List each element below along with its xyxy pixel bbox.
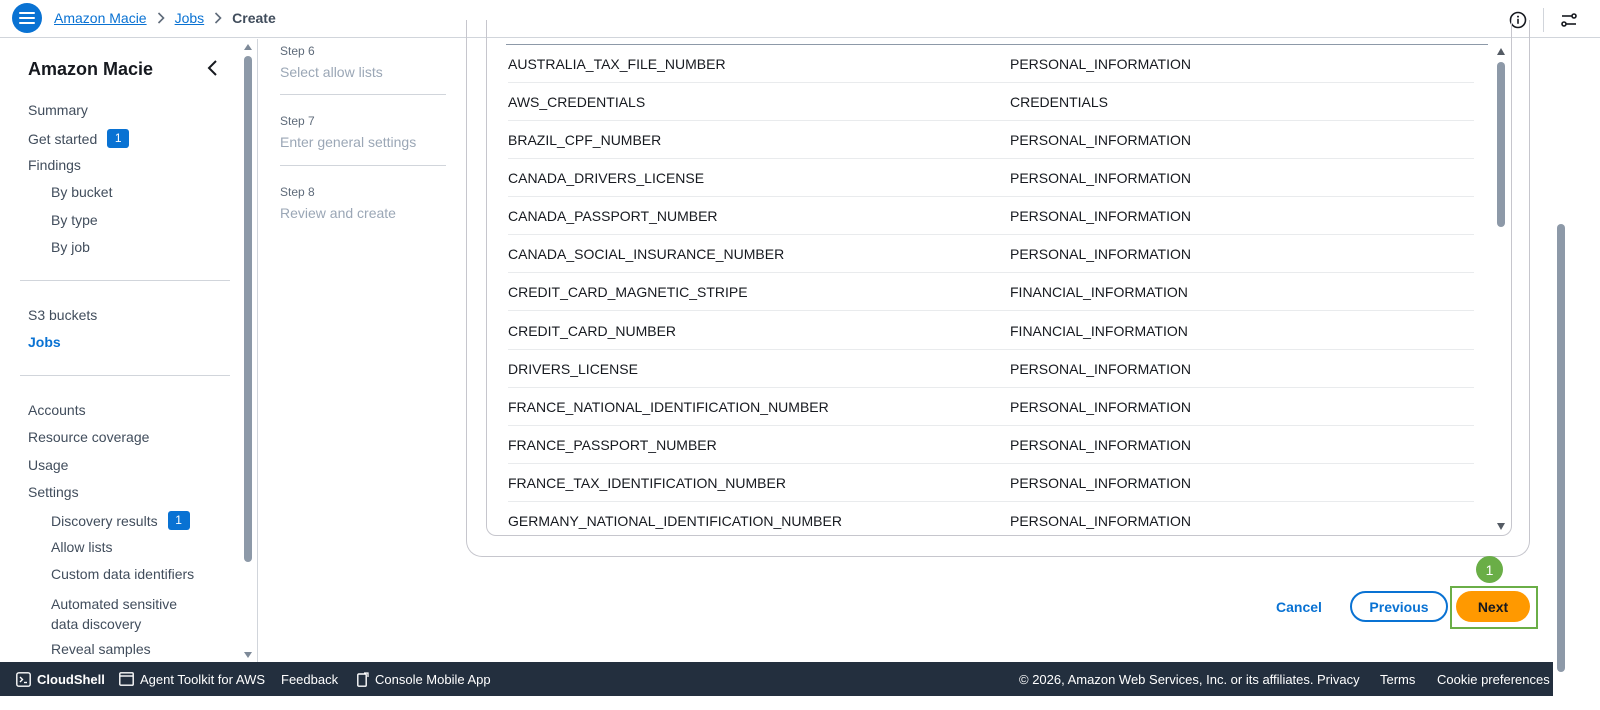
notification-badge: 1 [167,511,190,530]
step-divider [280,94,446,95]
feedback-link[interactable]: Feedback [281,662,338,696]
wizard-step-8: Step 8 Review and create [280,185,396,221]
next-button[interactable]: Next [1456,591,1530,622]
sidebar-item-findings[interactable]: Findings [28,157,81,173]
sidebar-item-get-started[interactable]: Get started 1 [28,129,130,148]
settings-toggle-icon[interactable] [1558,9,1580,31]
table-row: CANADA_PASSPORT_NUMBER PERSONAL_INFORMATI… [508,197,1474,235]
toolbar-divider [1543,8,1544,32]
wizard-step-6: Step 6 Select allow lists [280,44,383,80]
step-marker: 1 [1476,556,1503,583]
menu-button[interactable] [12,3,42,33]
sidebar-item-jobs[interactable]: Jobs [28,334,61,350]
scroll-down-arrow-icon[interactable] [244,652,252,658]
breadcrumb: Amazon Macie Jobs Create [54,10,276,26]
copyright-text: © 2026, Amazon Web Services, Inc. or its… [1019,671,1314,687]
hamburger-icon [19,12,35,24]
terms-link[interactable]: Terms [1380,662,1415,696]
cookie-preferences-link[interactable]: Cookie preferences [1437,662,1550,696]
table-scrollbar[interactable] [1497,62,1505,227]
table-row: BRAZIL_CPF_NUMBER PERSONAL_INFORMATION [508,121,1474,159]
table-row: CANADA_DRIVERS_LICENSE PERSONAL_INFORMATI… [508,159,1474,197]
sidebar-item-usage[interactable]: Usage [28,457,68,473]
terminal-icon [16,671,31,687]
sidebar-item-accounts[interactable]: Accounts [28,402,86,418]
breadcrumb-amazon-macie[interactable]: Amazon Macie [54,10,147,26]
table-scroll-down-arrow-icon[interactable] [1497,523,1505,530]
privacy-link[interactable]: Privacy [1317,662,1360,696]
sidebar-item-settings[interactable]: Settings [28,484,79,500]
table-scroll-up-arrow-icon[interactable] [1497,48,1505,55]
console-footer: CloudShell Agent Toolkit for AWS Feedbac… [0,662,1553,696]
table-row: FRANCE_TAX_IDENTIFICATION_NUMBER PERSONAL… [508,464,1474,502]
window-icon [119,672,134,686]
table-row: CREDIT_CARD_NUMBER FINANCIAL_INFORMATION [508,312,1474,350]
sidebar-item-by-job[interactable]: By job [51,239,90,255]
sidebar-item-custom-data-identifiers[interactable]: Custom data identifiers [51,566,194,582]
collapse-sidebar-icon[interactable] [206,59,224,79]
notification-badge: 1 [107,129,130,148]
step-divider [280,165,446,166]
table-row: AUSTRALIA_TAX_FILE_NUMBER PERSONAL_INFORM… [508,45,1474,83]
sidebar-item-resource-coverage[interactable]: Resource coverage [28,429,149,445]
previous-button[interactable]: Previous [1350,591,1448,622]
sidebar-item-discovery-results[interactable]: Discovery results 1 [51,511,190,530]
cloudshell-button[interactable]: CloudShell [16,662,105,696]
table-row: FRANCE_NATIONAL_IDENTIFICATION_NUMBER PER… [508,388,1474,426]
page-scrollbar[interactable] [1557,224,1565,672]
breadcrumb-jobs[interactable]: Jobs [175,10,205,26]
sidebar-divider [20,375,230,376]
sidebar-divider [20,280,230,281]
table-row: DRIVERS_LICENSE PERSONAL_INFORMATION [508,350,1474,388]
sidebar-item-s3-buckets[interactable]: S3 buckets [28,307,97,323]
side-navigation: Amazon Macie Summary Get started 1 Findin… [0,39,258,676]
chevron-right-icon [214,12,222,24]
sidebar-item-automated-sensitive-data-discovery[interactable]: Automated sensitive data discovery [51,594,177,634]
sidebar-item-reveal-samples[interactable]: Reveal samples [51,641,151,657]
breadcrumb-create: Create [232,10,276,26]
wizard-step-7: Step 7 Enter general settings [280,114,417,150]
table-row: AWS_CREDENTIALS CREDENTIALS [508,83,1474,121]
sidebar-item-allow-lists[interactable]: Allow lists [51,539,112,555]
table-row: CREDIT_CARD_MAGNETIC_STRIPE FINANCIAL_INF… [508,273,1474,311]
scroll-up-arrow-icon[interactable] [244,44,252,50]
chevron-right-icon [157,12,165,24]
cancel-button[interactable]: Cancel [1270,596,1328,618]
mobile-external-icon [357,671,369,687]
agent-toolkit-link[interactable]: Agent Toolkit for AWS [119,662,265,696]
sidebar-item-summary[interactable]: Summary [28,102,88,118]
table-row: GERMANY_NATIONAL_IDENTIFICATION_NUMBER PE… [508,513,1191,529]
table-row: FRANCE_PASSPORT_NUMBER PERSONAL_INFORMATI… [508,426,1474,464]
sidebar-item-by-type[interactable]: By type [51,212,98,228]
sidebar-item-by-bucket[interactable]: By bucket [51,184,112,200]
console-mobile-app-link[interactable]: Console Mobile App [357,662,491,696]
table-row: CANADA_SOCIAL_INSURANCE_NUMBER PERSONAL_I… [508,235,1474,273]
sidebar-scrollbar[interactable] [244,56,252,562]
sidebar-title: Amazon Macie [28,59,154,79]
